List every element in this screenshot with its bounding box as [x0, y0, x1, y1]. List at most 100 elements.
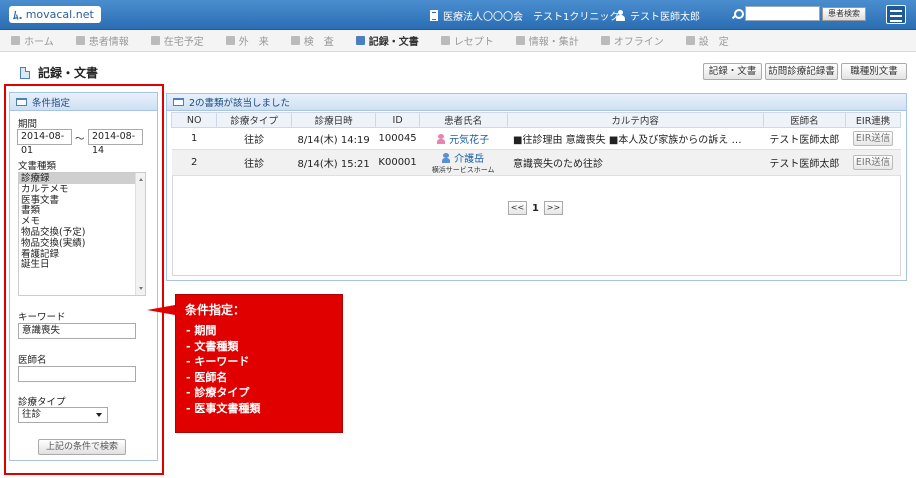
- prev-page-button[interactable]: <<: [508, 201, 527, 215]
- annotation-callout: 条件指定： - 期間 - 文書種類 - キーワード - 医師名 - 診療タイプ - 医事文…: [175, 294, 343, 433]
- callout-item: - 医師名: [186, 370, 228, 384]
- user-info[interactable]: テスト医師太郎: [615, 8, 700, 23]
- nav-item-label: 情報・集計: [528, 37, 579, 48]
- nav-item-8[interactable]: オフライン: [600, 33, 664, 48]
- row-patient[interactable]: 元気花子: [419, 127, 508, 150]
- nav-item-label: 検 査: [303, 37, 334, 48]
- patient-name-link[interactable]: 介護岳: [454, 154, 484, 165]
- nav-item-label: オフライン: [613, 37, 664, 48]
- row-patient[interactable]: 介護岳 横浜サービスホーム: [419, 149, 508, 176]
- doc-type-option[interactable]: 医事文書: [19, 195, 145, 206]
- row-eir: EIR送信: [845, 149, 901, 176]
- patient-facility: 横浜サービスホーム: [431, 166, 495, 174]
- doc-type-option[interactable]: 誕生日: [19, 259, 145, 270]
- patient-search-input[interactable]: [745, 6, 820, 21]
- row-visit-type: 往診: [216, 149, 292, 176]
- stats-icon: [515, 36, 525, 45]
- nav-item-2[interactable]: 在宅予定: [150, 33, 204, 48]
- visit-type-select[interactable]: 往診: [18, 407, 108, 423]
- doc-type-option[interactable]: メモ: [19, 216, 145, 227]
- date-from-input[interactable]: 2014-08-01: [17, 129, 72, 156]
- listbox-scrollbar[interactable]: [135, 173, 145, 295]
- building-icon: [430, 10, 438, 21]
- hamburger-menu-icon[interactable]: [886, 5, 906, 24]
- doc-type-option[interactable]: 書類: [19, 205, 145, 216]
- column-header[interactable]: カルテ内容: [506, 112, 764, 128]
- column-header[interactable]: 診療日時: [290, 112, 377, 128]
- user-icon: [615, 10, 626, 21]
- keyword-label: キーワード: [18, 312, 66, 323]
- condition-panel-header: 条件指定: [10, 93, 157, 111]
- scroll-down-icon[interactable]: [139, 287, 143, 290]
- doctor-input[interactable]: [18, 366, 136, 382]
- callout-item: - 診療タイプ: [186, 386, 250, 399]
- column-header[interactable]: EIR連携: [845, 112, 901, 128]
- nav-item-4[interactable]: 検 査: [290, 33, 334, 48]
- nav-item-label: ホーム: [24, 37, 54, 48]
- period-label: 期間: [18, 119, 38, 130]
- search-by-conditions-button[interactable]: 上記の条件で検索: [38, 439, 126, 455]
- row-doctor: テスト医師太郎: [763, 149, 846, 176]
- nav-item-label: 設 定: [698, 37, 729, 48]
- callout-item: - 文書種類: [186, 339, 239, 353]
- doctor-label: 医師名: [18, 355, 47, 366]
- keyword-input[interactable]: 意識喪失: [18, 323, 136, 339]
- main-nav: ホーム 患者情報 在宅予定 外 来 検 査 記録・文書 レセプト 情報・集計 オフライン 設 定: [0, 30, 916, 52]
- logo-text: movacal.net: [25, 8, 94, 21]
- doc-type-option[interactable]: 看護記録: [19, 249, 145, 260]
- window-icon: [16, 97, 27, 106]
- nav-item-0[interactable]: ホーム: [11, 33, 54, 48]
- nav-item-6[interactable]: レセプト: [440, 33, 494, 48]
- doc-type-option[interactable]: カルテメモ: [19, 184, 145, 195]
- document-icon: [20, 66, 30, 79]
- exam-icon: [290, 36, 300, 45]
- date-to-input[interactable]: 2014-08-14: [88, 129, 143, 156]
- results-table: NO 診療タイプ 診療日時 ID 患者氏名 カルテ内容 医師名 EIR連携 1 往診 8/14(木…: [170, 112, 901, 176]
- eir-send-button[interactable]: EIR送信: [853, 131, 894, 146]
- column-header[interactable]: ID: [375, 112, 420, 128]
- nav-item-label: 在宅予定: [163, 37, 204, 48]
- scroll-up-icon[interactable]: [139, 178, 143, 181]
- app-logo[interactable]: ﾑ. movacal.net: [9, 6, 101, 23]
- row-chart-content[interactable]: 意識喪失のため往診: [507, 149, 764, 176]
- doc-type-option[interactable]: 物品交換(実績): [19, 238, 145, 249]
- patient-search-button[interactable]: 患者検索: [822, 7, 866, 21]
- callout-item: - 期間: [186, 324, 217, 337]
- doc-type-listbox[interactable]: 診療録 カルテメモ 医事文書 書類 メモ 物品交換(予定) 物品交換(実績) 看護記録 誕生日: [18, 172, 146, 296]
- doc-type-option[interactable]: 診療録: [19, 173, 145, 184]
- nav-item-5[interactable]: 記録・文書: [355, 33, 419, 48]
- doc-type-label: 文書種類: [18, 161, 57, 172]
- nav-item-1[interactable]: 患者情報: [75, 33, 129, 48]
- row-visit-type: 往診: [216, 127, 292, 150]
- clinic-info: 医療法人〇〇〇会 テスト1クリニック: [430, 8, 619, 23]
- nav-item-7[interactable]: 情報・集計: [515, 33, 579, 48]
- column-header[interactable]: 医師名: [762, 112, 847, 128]
- tab-visit-records[interactable]: 訪問診療記録書: [765, 63, 838, 80]
- column-header[interactable]: NO: [170, 112, 218, 128]
- row-chart-content[interactable]: ■往診理由 意識喪失 ■本人及び家族からの訴え …: [507, 127, 764, 150]
- nav-item-3[interactable]: 外 来: [225, 33, 269, 48]
- visit-type-label: 診療タイプ: [18, 397, 66, 408]
- table-header-row: NO 診療タイプ 診療日時 ID 患者氏名 カルテ内容 医師名 EIR連携: [170, 112, 901, 128]
- nav-item-label: 記録・文書: [368, 37, 419, 48]
- table-row[interactable]: 2 往診 8/14(木) 15:21 K00001 介護岳 横浜サービスホーム 意識喪失のた…: [171, 149, 901, 176]
- row-datetime: 8/14(木) 15:21: [291, 149, 376, 176]
- row-eir: EIR送信: [845, 127, 901, 150]
- patient-name-link[interactable]: 元気花子: [449, 135, 489, 146]
- tab-job-documents[interactable]: 職種別文書: [841, 63, 907, 80]
- table-row[interactable]: 1 往診 8/14(木) 14:19 100045 元気花子 ■往診理由 意識喪失 ■本人…: [171, 127, 901, 150]
- next-page-button[interactable]: >>: [543, 201, 563, 215]
- column-header[interactable]: 診療タイプ: [216, 112, 292, 128]
- callout-item: - キーワード: [186, 355, 250, 368]
- nav-item-label: 外 来: [238, 37, 269, 48]
- results-header: 2の書類が該当しました: [167, 94, 906, 111]
- current-page: 1: [532, 202, 539, 214]
- tab-records[interactable]: 記録・文書: [703, 63, 762, 80]
- chevron-down-icon: [96, 413, 102, 417]
- doc-type-option[interactable]: 物品交換(予定): [19, 227, 145, 238]
- user-name: テスト医師太郎: [630, 12, 700, 23]
- column-header[interactable]: 患者氏名: [418, 112, 508, 128]
- nav-item-9[interactable]: 設 定: [685, 33, 729, 48]
- receipt-icon: [440, 36, 450, 45]
- eir-send-button[interactable]: EIR送信: [853, 155, 894, 170]
